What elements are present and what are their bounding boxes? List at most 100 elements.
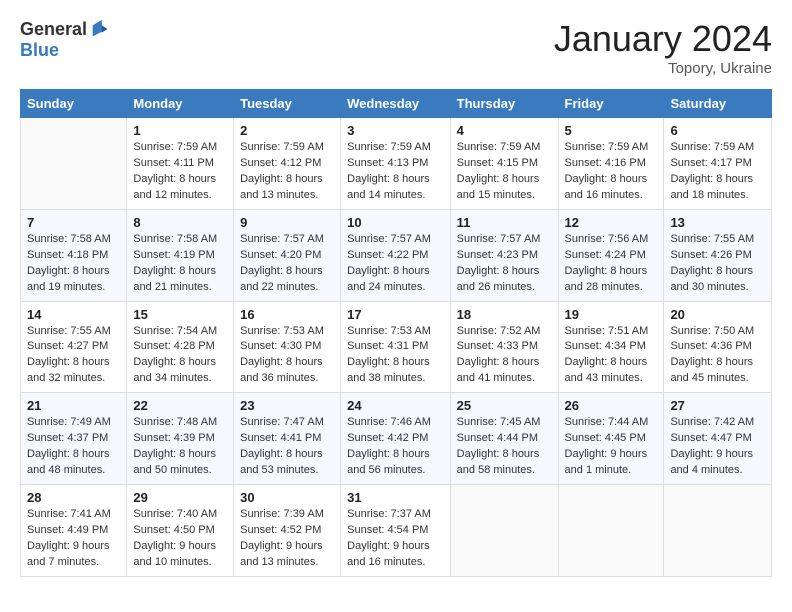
calendar-cell: 18 Sunrise: 7:52 AMSunset: 4:33 PMDaylig… (450, 301, 558, 393)
calendar-cell (450, 485, 558, 577)
calendar-cell: 24 Sunrise: 7:46 AMSunset: 4:42 PMDaylig… (341, 393, 451, 485)
cell-content: Sunrise: 7:58 AMSunset: 4:19 PMDaylight:… (133, 232, 227, 296)
day-number: 28 (27, 490, 120, 505)
logo: General Blue (20, 18, 111, 61)
cell-content: Sunrise: 7:57 AMSunset: 4:20 PMDaylight:… (240, 232, 334, 296)
calendar-cell: 29 Sunrise: 7:40 AMSunset: 4:50 PMDaylig… (127, 485, 234, 577)
calendar-cell: 8 Sunrise: 7:58 AMSunset: 4:19 PMDayligh… (127, 209, 234, 301)
day-number: 7 (27, 215, 120, 230)
cell-content: Sunrise: 7:52 AMSunset: 4:33 PMDaylight:… (457, 324, 552, 388)
day-number: 16 (240, 307, 334, 322)
day-number: 30 (240, 490, 334, 505)
cell-content: Sunrise: 7:39 AMSunset: 4:52 PMDaylight:… (240, 507, 334, 571)
col-sunday: Sunday (21, 90, 127, 118)
calendar-cell: 6 Sunrise: 7:59 AMSunset: 4:17 PMDayligh… (664, 118, 772, 210)
day-number: 9 (240, 215, 334, 230)
cell-content: Sunrise: 7:55 AMSunset: 4:27 PMDaylight:… (27, 324, 120, 388)
day-number: 27 (670, 398, 765, 413)
day-number: 14 (27, 307, 120, 322)
calendar-cell: 30 Sunrise: 7:39 AMSunset: 4:52 PMDaylig… (234, 485, 341, 577)
day-number: 19 (565, 307, 658, 322)
calendar-cell: 20 Sunrise: 7:50 AMSunset: 4:36 PMDaylig… (664, 301, 772, 393)
calendar-week-row: 14 Sunrise: 7:55 AMSunset: 4:27 PMDaylig… (21, 301, 772, 393)
cell-content: Sunrise: 7:59 AMSunset: 4:12 PMDaylight:… (240, 140, 334, 204)
calendar-cell: 25 Sunrise: 7:45 AMSunset: 4:44 PMDaylig… (450, 393, 558, 485)
col-thursday: Thursday (450, 90, 558, 118)
day-number: 25 (457, 398, 552, 413)
calendar-cell: 10 Sunrise: 7:57 AMSunset: 4:22 PMDaylig… (341, 209, 451, 301)
calendar-cell: 14 Sunrise: 7:55 AMSunset: 4:27 PMDaylig… (21, 301, 127, 393)
day-number: 26 (565, 398, 658, 413)
calendar-cell: 4 Sunrise: 7:59 AMSunset: 4:15 PMDayligh… (450, 118, 558, 210)
calendar-cell: 26 Sunrise: 7:44 AMSunset: 4:45 PMDaylig… (558, 393, 664, 485)
day-number: 17 (347, 307, 444, 322)
cell-content: Sunrise: 7:50 AMSunset: 4:36 PMDaylight:… (670, 324, 765, 388)
logo-general: General (20, 19, 87, 40)
col-tuesday: Tuesday (234, 90, 341, 118)
logo-blue: Blue (20, 40, 59, 61)
col-monday: Monday (127, 90, 234, 118)
day-number: 20 (670, 307, 765, 322)
cell-content: Sunrise: 7:48 AMSunset: 4:39 PMDaylight:… (133, 415, 227, 479)
day-number: 18 (457, 307, 552, 322)
cell-content: Sunrise: 7:51 AMSunset: 4:34 PMDaylight:… (565, 324, 658, 388)
day-number: 10 (347, 215, 444, 230)
calendar-week-row: 7 Sunrise: 7:58 AMSunset: 4:18 PMDayligh… (21, 209, 772, 301)
calendar-cell: 27 Sunrise: 7:42 AMSunset: 4:47 PMDaylig… (664, 393, 772, 485)
month-title: January 2024 (554, 18, 772, 60)
day-number: 13 (670, 215, 765, 230)
calendar-cell: 31 Sunrise: 7:37 AMSunset: 4:54 PMDaylig… (341, 485, 451, 577)
day-number: 11 (457, 215, 552, 230)
cell-content: Sunrise: 7:59 AMSunset: 4:11 PMDaylight:… (133, 140, 227, 204)
calendar-cell: 16 Sunrise: 7:53 AMSunset: 4:30 PMDaylig… (234, 301, 341, 393)
cell-content: Sunrise: 7:59 AMSunset: 4:13 PMDaylight:… (347, 140, 444, 204)
page: General Blue January 2024 Topory, Ukrain… (0, 0, 792, 587)
cell-content: Sunrise: 7:54 AMSunset: 4:28 PMDaylight:… (133, 324, 227, 388)
calendar-cell: 7 Sunrise: 7:58 AMSunset: 4:18 PMDayligh… (21, 209, 127, 301)
calendar-cell (664, 485, 772, 577)
day-number: 1 (133, 123, 227, 138)
day-number: 6 (670, 123, 765, 138)
calendar-week-row: 28 Sunrise: 7:41 AMSunset: 4:49 PMDaylig… (21, 485, 772, 577)
day-number: 8 (133, 215, 227, 230)
cell-content: Sunrise: 7:41 AMSunset: 4:49 PMDaylight:… (27, 507, 120, 571)
day-number: 31 (347, 490, 444, 505)
cell-content: Sunrise: 7:49 AMSunset: 4:37 PMDaylight:… (27, 415, 120, 479)
cell-content: Sunrise: 7:56 AMSunset: 4:24 PMDaylight:… (565, 232, 658, 296)
cell-content: Sunrise: 7:44 AMSunset: 4:45 PMDaylight:… (565, 415, 658, 479)
calendar-cell (21, 118, 127, 210)
day-number: 22 (133, 398, 227, 413)
calendar-cell: 11 Sunrise: 7:57 AMSunset: 4:23 PMDaylig… (450, 209, 558, 301)
day-number: 3 (347, 123, 444, 138)
col-friday: Friday (558, 90, 664, 118)
cell-content: Sunrise: 7:59 AMSunset: 4:17 PMDaylight:… (670, 140, 765, 204)
calendar-week-row: 21 Sunrise: 7:49 AMSunset: 4:37 PMDaylig… (21, 393, 772, 485)
day-number: 12 (565, 215, 658, 230)
day-number: 15 (133, 307, 227, 322)
calendar-cell: 12 Sunrise: 7:56 AMSunset: 4:24 PMDaylig… (558, 209, 664, 301)
cell-content: Sunrise: 7:58 AMSunset: 4:18 PMDaylight:… (27, 232, 120, 296)
calendar-cell: 9 Sunrise: 7:57 AMSunset: 4:20 PMDayligh… (234, 209, 341, 301)
day-number: 4 (457, 123, 552, 138)
calendar-cell: 5 Sunrise: 7:59 AMSunset: 4:16 PMDayligh… (558, 118, 664, 210)
day-number: 5 (565, 123, 658, 138)
cell-content: Sunrise: 7:55 AMSunset: 4:26 PMDaylight:… (670, 232, 765, 296)
calendar-cell: 13 Sunrise: 7:55 AMSunset: 4:26 PMDaylig… (664, 209, 772, 301)
day-number: 2 (240, 123, 334, 138)
logo-text: General (20, 18, 111, 40)
calendar-header-row: Sunday Monday Tuesday Wednesday Thursday… (21, 90, 772, 118)
cell-content: Sunrise: 7:47 AMSunset: 4:41 PMDaylight:… (240, 415, 334, 479)
col-wednesday: Wednesday (341, 90, 451, 118)
calendar-cell: 15 Sunrise: 7:54 AMSunset: 4:28 PMDaylig… (127, 301, 234, 393)
day-number: 23 (240, 398, 334, 413)
title-block: January 2024 Topory, Ukraine (554, 18, 772, 77)
day-number: 21 (27, 398, 120, 413)
calendar-cell: 22 Sunrise: 7:48 AMSunset: 4:39 PMDaylig… (127, 393, 234, 485)
day-number: 29 (133, 490, 227, 505)
calendar-cell: 17 Sunrise: 7:53 AMSunset: 4:31 PMDaylig… (341, 301, 451, 393)
cell-content: Sunrise: 7:57 AMSunset: 4:22 PMDaylight:… (347, 232, 444, 296)
cell-content: Sunrise: 7:40 AMSunset: 4:50 PMDaylight:… (133, 507, 227, 571)
cell-content: Sunrise: 7:59 AMSunset: 4:16 PMDaylight:… (565, 140, 658, 204)
calendar-cell: 3 Sunrise: 7:59 AMSunset: 4:13 PMDayligh… (341, 118, 451, 210)
header: General Blue January 2024 Topory, Ukrain… (20, 18, 772, 77)
